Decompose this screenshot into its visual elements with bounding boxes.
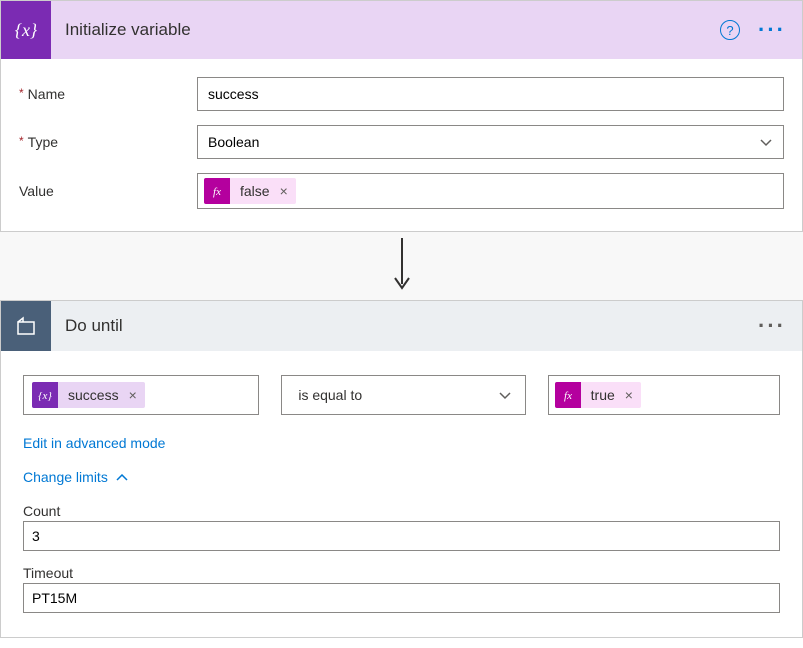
edit-advanced-row: Edit in advanced mode (23, 435, 780, 451)
condition-left-input[interactable]: {x} success × (23, 375, 259, 415)
right-token-text: true (581, 387, 625, 403)
type-label: Type (19, 134, 197, 150)
remove-token-icon[interactable]: × (625, 387, 641, 403)
fx-icon: fx (555, 382, 581, 408)
init-var-title: Initialize variable (65, 20, 720, 40)
condition-right-input[interactable]: fx true × (548, 375, 780, 415)
flow-connector (0, 232, 803, 300)
count-label: Count (23, 503, 780, 519)
count-input[interactable] (23, 521, 780, 551)
variable-icon: {x} (32, 382, 58, 408)
loop-icon (1, 301, 51, 351)
remove-token-icon[interactable]: × (280, 183, 296, 199)
change-limits-text: Change limits (23, 469, 108, 485)
value-token-text: false (230, 183, 280, 199)
true-expression-token[interactable]: fx true × (555, 382, 641, 408)
name-input[interactable] (197, 77, 784, 111)
change-limits-row: Change limits (23, 469, 780, 485)
initialize-variable-card: {x} Initialize variable ? ··· Name Type … (0, 0, 803, 232)
operator-text: is equal to (298, 387, 362, 403)
arrow-down-icon (390, 236, 414, 294)
type-row: Type (19, 125, 784, 159)
condition-operator-select[interactable]: is equal to (281, 375, 525, 415)
value-row: Value fx false × (19, 173, 784, 209)
init-var-body: Name Type Value fx (1, 59, 802, 231)
edit-advanced-link[interactable]: Edit in advanced mode (23, 435, 165, 451)
init-var-header[interactable]: {x} Initialize variable ? ··· (1, 1, 802, 59)
do-until-body: {x} success × is equal to fx true (1, 351, 802, 637)
variable-icon: {x} (1, 1, 51, 59)
fx-icon: fx (204, 178, 230, 204)
timeout-label: Timeout (23, 565, 780, 581)
svg-text:{x}: {x} (38, 390, 52, 402)
condition-row: {x} success × is equal to fx true (23, 375, 780, 415)
name-row: Name (19, 77, 784, 111)
left-token-text: success (58, 387, 129, 403)
do-until-title: Do until (65, 316, 758, 336)
value-input[interactable]: fx false × (197, 173, 784, 209)
change-limits-toggle[interactable]: Change limits (23, 469, 128, 485)
svg-text:{x}: {x} (15, 20, 38, 40)
help-icon[interactable]: ? (720, 20, 740, 40)
type-select[interactable] (197, 125, 784, 159)
do-until-card: Do until ··· {x} success × is equal to (0, 300, 803, 638)
do-until-header[interactable]: Do until ··· (1, 301, 802, 351)
chevron-down-icon (499, 387, 511, 403)
chevron-up-icon (116, 469, 128, 485)
remove-token-icon[interactable]: × (129, 387, 145, 403)
name-label: Name (19, 86, 197, 102)
svg-text:fx: fx (564, 390, 572, 402)
value-label: Value (19, 183, 197, 199)
value-token[interactable]: fx false × (204, 178, 296, 204)
timeout-input[interactable] (23, 583, 780, 613)
success-variable-token[interactable]: {x} success × (32, 382, 145, 408)
svg-text:fx: fx (213, 186, 221, 198)
